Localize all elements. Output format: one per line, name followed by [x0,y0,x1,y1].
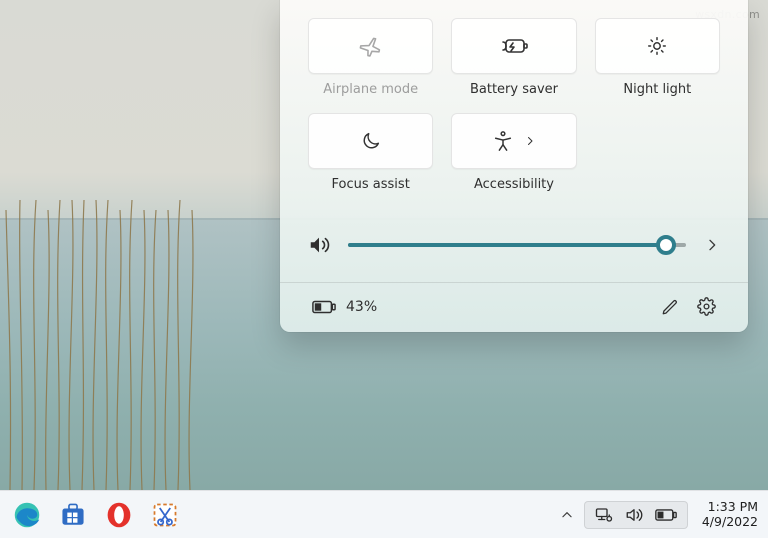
tile-night-light: Night light [595,18,720,97]
accessibility-icon [492,130,514,152]
wallpaper-grass [0,170,200,490]
network-icon [595,506,613,524]
clock-date: 4/9/2022 [702,515,758,529]
tile-battery-saver: Battery saver [451,18,576,97]
desktop-wallpaper: wsxdn.com Airplane mode [0,0,768,538]
battery-saver-button[interactable] [451,18,576,74]
volume-tray-icon [625,506,643,524]
focus-assist-button[interactable] [308,113,433,169]
quick-settings-tiles: Airplane mode Battery saver [308,18,720,192]
tray-overflow-button[interactable] [554,495,580,535]
taskbar-app-snipping[interactable] [144,495,186,535]
tile-focus-assist: Focus assist [308,113,433,192]
battery-icon [312,299,336,315]
tile-airplane-mode: Airplane mode [308,18,433,97]
taskbar-tray-area: 1:33 PM 4/9/2022 [554,495,758,535]
battery-status[interactable]: 43% [312,299,377,315]
edge-icon [13,501,41,529]
volume-slider[interactable] [348,235,686,255]
volume-icon[interactable] [308,234,330,256]
snipping-tool-icon [151,501,179,529]
quick-settings-panel: Airplane mode Battery saver [280,0,748,332]
tile-label: Battery saver [470,82,558,97]
battery-percent-label: 43% [346,299,377,315]
opera-icon [105,501,133,529]
taskbar-apps [6,495,186,535]
slider-fill [348,243,666,247]
ms-store-icon [60,502,86,528]
quick-settings-footer: 43% [308,283,720,332]
airplane-mode-button[interactable] [308,18,433,74]
tile-label: Airplane mode [323,82,418,97]
clock-time: 1:33 PM [702,500,758,514]
system-tray[interactable] [584,501,688,529]
tile-label: Focus assist [332,177,410,192]
settings-button[interactable] [697,297,716,316]
battery-saver-icon [500,36,528,56]
volume-output-flyout-button[interactable] [704,237,720,253]
slider-thumb[interactable] [656,235,676,255]
night-light-button[interactable] [595,18,720,74]
airplane-icon [359,34,383,58]
chevron-right-icon [524,135,536,147]
volume-row [308,234,720,256]
taskbar: 1:33 PM 4/9/2022 [0,490,768,538]
night-light-icon [646,35,668,57]
taskbar-app-ms-store[interactable] [52,495,94,535]
tile-label: Accessibility [474,177,554,192]
battery-tray-icon [655,508,677,522]
moon-icon [360,130,382,152]
tile-accessibility: Accessibility [451,113,576,192]
edit-quick-settings-button[interactable] [661,298,679,316]
taskbar-app-edge[interactable] [6,495,48,535]
taskbar-clock[interactable]: 1:33 PM 4/9/2022 [702,500,758,529]
footer-actions [661,297,716,316]
accessibility-button[interactable] [451,113,576,169]
tile-label: Night light [623,82,691,97]
taskbar-app-opera[interactable] [98,495,140,535]
